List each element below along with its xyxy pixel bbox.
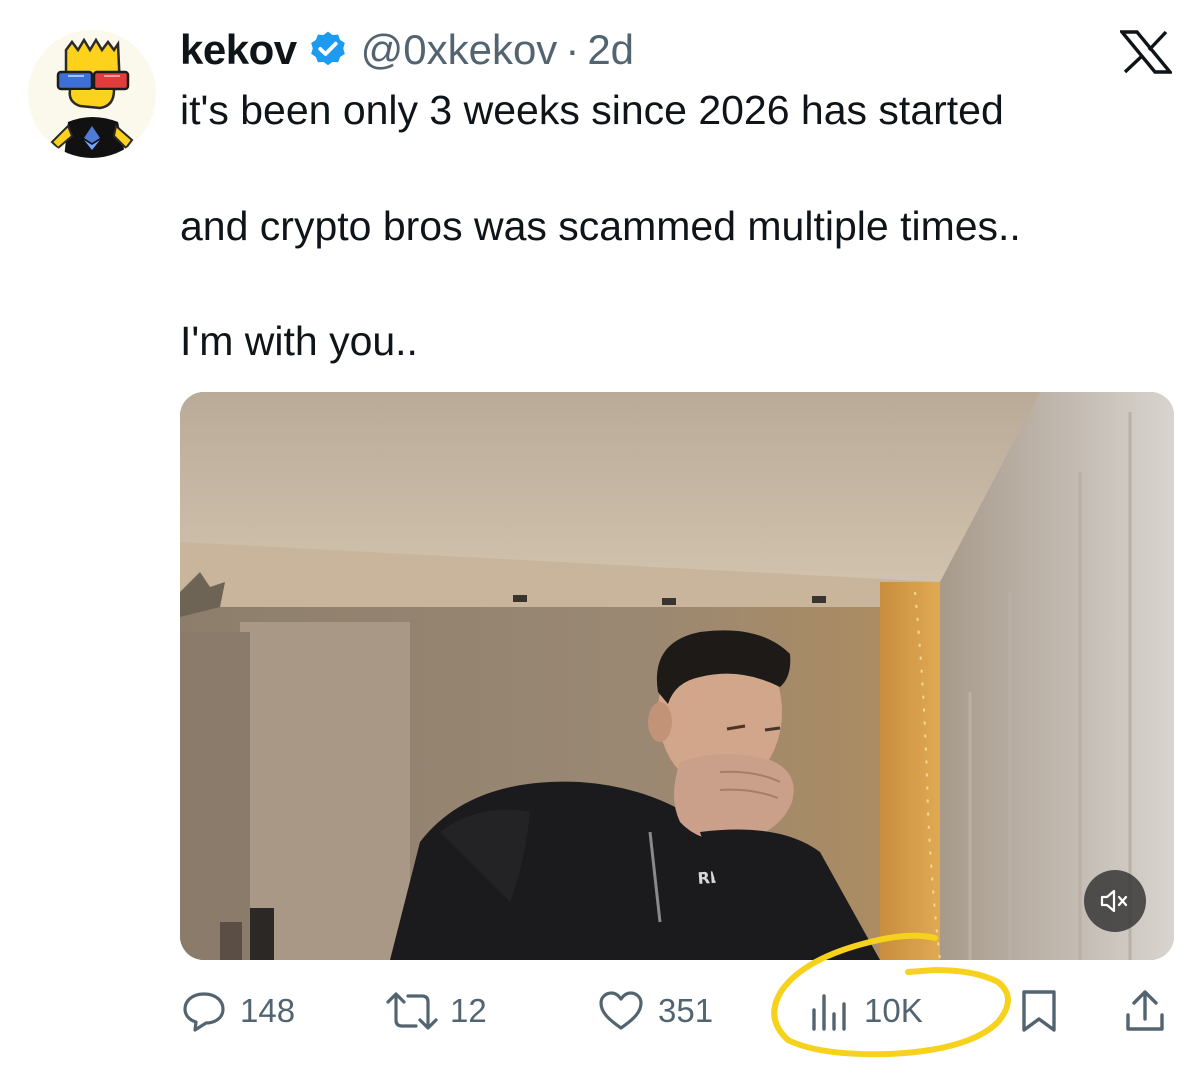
display-name[interactable]: kekov bbox=[180, 22, 297, 78]
like-action[interactable]: 351 bbox=[598, 986, 713, 1036]
reply-action[interactable]: 148 bbox=[182, 986, 295, 1036]
tweet-card: kekov @0xkekov · 2d it's been only 3 wee… bbox=[0, 0, 1200, 1069]
tweet-text-line-1: it's been only 3 weeks since 2026 has st… bbox=[180, 87, 1004, 133]
bookmark-button[interactable] bbox=[1020, 986, 1058, 1036]
bookmark-icon bbox=[1022, 990, 1056, 1032]
reply-count: 148 bbox=[240, 992, 296, 1029]
verified-badge-icon bbox=[307, 29, 349, 71]
video-frame: REBE bbox=[180, 392, 1174, 960]
share-icon bbox=[1126, 990, 1164, 1031]
repost-icon bbox=[386, 992, 438, 1030]
share-button[interactable] bbox=[1124, 986, 1166, 1036]
tweet-text-line-2: and crypto bros was scammed multiple tim… bbox=[180, 203, 1021, 249]
x-logo-icon bbox=[1118, 30, 1174, 74]
reply-icon bbox=[183, 992, 225, 1032]
views-chart-icon bbox=[812, 994, 846, 1031]
mute-icon bbox=[1100, 889, 1128, 913]
heart-icon bbox=[599, 991, 643, 1030]
views-count: 10K bbox=[864, 992, 923, 1029]
handle[interactable]: @0xkekov bbox=[361, 22, 558, 78]
views-action[interactable]: 10K bbox=[808, 986, 923, 1036]
like-count: 351 bbox=[658, 992, 714, 1029]
bart-avatar-icon bbox=[28, 30, 156, 158]
timestamp[interactable]: 2d bbox=[587, 22, 634, 78]
repost-action[interactable]: 12 bbox=[384, 986, 487, 1036]
tweet-header: kekov @0xkekov · 2d bbox=[180, 22, 634, 78]
video-player[interactable]: REBE bbox=[180, 392, 1174, 960]
tweet-text-line-3: I'm with you.. bbox=[180, 318, 418, 364]
separator-dot: · bbox=[565, 26, 580, 73]
repost-count: 12 bbox=[450, 992, 487, 1029]
mute-button[interactable] bbox=[1084, 870, 1146, 932]
avatar[interactable] bbox=[28, 30, 156, 158]
